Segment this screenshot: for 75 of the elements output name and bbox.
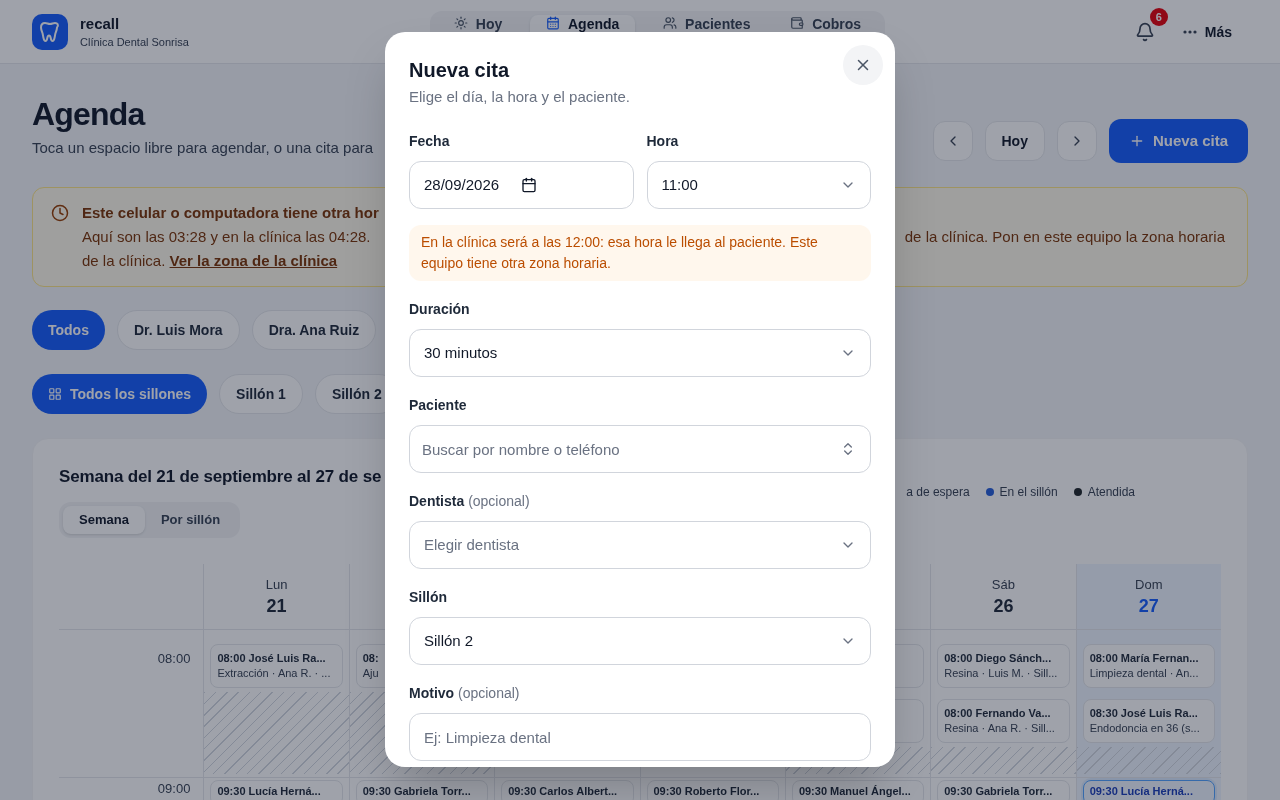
today-button[interactable]: Hoy <box>984 121 1045 161</box>
timezone-link[interactable]: Ver la zona de la clínica <box>169 252 338 269</box>
weekday-label: Lun <box>265 575 288 594</box>
field-label: Duración <box>409 300 471 319</box>
select-field[interactable]: 11:00 <box>646 161 871 209</box>
appointment-card[interactable]: 09:30 Gabriela Torr... <box>937 780 1070 800</box>
time-label: 09:00 <box>157 780 191 798</box>
appointment-card[interactable]: 09:30 Manuel Ángel... <box>791 780 925 800</box>
appointment-card[interactable]: 09:30 Gabriela Torr... <box>355 780 489 800</box>
field-label: Sillón <box>409 588 449 607</box>
calendar-icon <box>546 15 560 30</box>
view-tab[interactable]: Por sillón <box>144 506 237 534</box>
tooth-logo <box>32 13 68 50</box>
legend-label: En el sillón <box>999 484 1058 500</box>
wallet-icon <box>790 15 805 30</box>
appointment-card[interactable]: 08:00 Diego Sánch... Resina · Luis M. · Sill... <box>937 644 1070 688</box>
weekday-label: Sáb <box>991 575 1015 594</box>
warning-text: de la clínica. Ver la zona de la clínica <box>82 251 338 271</box>
clinic-name: Clínica Dental Sonrisa <box>80 34 189 50</box>
field-label: Motivo (opcional) <box>409 684 521 703</box>
nav-tab[interactable]: Pacientes <box>651 14 763 49</box>
calendar-icon <box>521 177 538 193</box>
field-label: Dentista (opcional) <box>409 492 531 511</box>
brand-name: recall <box>80 13 121 34</box>
new-appointment-button[interactable]: Nueva cita <box>1108 119 1248 163</box>
appointment-card[interactable]: 08:00 José Luis Ra... Extracción · Ana R. · ... <box>210 644 343 688</box>
dialog-title: Nueva cita <box>409 58 510 83</box>
appointment-card[interactable]: 09:30 Lucía Herná... <box>1082 780 1215 800</box>
more-button[interactable]: Más <box>1182 21 1232 42</box>
filter-chip[interactable]: Dra. Ana Ruiz <box>251 310 377 350</box>
select-field[interactable]: Elegir dentista <box>409 521 871 569</box>
view-tab[interactable]: Semana <box>63 506 145 534</box>
sun-icon <box>453 15 468 30</box>
clock-icon <box>51 204 69 222</box>
appointment-card[interactable]: 08:30 José Luis Ra... Endodoncia en 36 (s... <box>1082 699 1215 743</box>
warning-text: de la clínica. Pon en este equipo la zona horaria <box>904 227 1225 247</box>
nav-tab[interactable]: Hoy <box>441 14 515 49</box>
field-label: Paciente <box>409 396 468 415</box>
dialog-subtitle: Elige el día, la hora y el paciente. <box>409 87 630 107</box>
field-label: Hora <box>646 132 680 151</box>
date-field[interactable]: 28/09/2026 <box>409 161 634 209</box>
page-subtitle: Toca un espacio libre para agendar, o una cita para <box>32 138 374 158</box>
legend-label: Atendida <box>1087 484 1135 500</box>
appointment-card[interactable]: 09:30 Carlos Albert... <box>501 780 634 800</box>
timezone-notice: En la clínica será a las 12:00: esa hora le llega al paciente. Este equipo tiene otra zona horaria. <box>409 225 871 281</box>
select-field[interactable]: Sillón 2 <box>409 617 871 665</box>
bell-icon <box>1134 21 1155 42</box>
filter-chip[interactable]: Sillón 1 <box>219 374 303 414</box>
day-number: 21 <box>266 594 287 618</box>
notification-badge: 6 <box>1149 7 1168 26</box>
weekday-label: Dom <box>1135 575 1163 594</box>
nav-tab[interactable]: Cobros <box>778 14 874 49</box>
patient-search-field[interactable]: Buscar por nombre o teléfono <box>409 425 871 473</box>
legend-label: a de espera <box>906 484 970 500</box>
users-icon <box>663 15 678 30</box>
select-field[interactable]: 30 minutos <box>409 329 871 377</box>
close-button[interactable] <box>843 45 883 85</box>
page-title: Agenda <box>32 95 147 134</box>
grid-icon <box>48 387 62 401</box>
text-input[interactable]: Ej: Limpieza dental <box>409 713 871 761</box>
appointment-card[interactable]: 09:30 Roberto Flor... <box>646 780 779 800</box>
day-number: 26 <box>993 594 1014 618</box>
filter-chip[interactable]: Dr. Luis Mora <box>116 310 240 350</box>
week-title: Semana del 21 de septiembre al 27 de se <box>59 466 382 488</box>
filter-chip[interactable]: Todos los sillones <box>32 374 208 414</box>
ellipsis-icon <box>1182 29 1197 34</box>
warning-text: Aquí son las 03:28 y en la clínica las 04:28. <box>82 227 371 247</box>
appointment-card[interactable]: 09:30 Lucía Herná... <box>210 780 343 800</box>
field-label: Fecha <box>409 132 451 151</box>
appointment-card[interactable]: 08:00 María Fernan... Limpieza dental · An... <box>1082 644 1215 688</box>
warning-title: Este celular o computadora tiene otra hor <box>82 203 379 223</box>
day-number: 27 <box>1138 594 1159 618</box>
filter-chip[interactable]: Todos <box>32 310 105 350</box>
appointment-card[interactable]: 08:00 Fernando Va... Resina · Ana R. · Sill... <box>937 699 1070 743</box>
time-label: 08:00 <box>157 650 191 668</box>
